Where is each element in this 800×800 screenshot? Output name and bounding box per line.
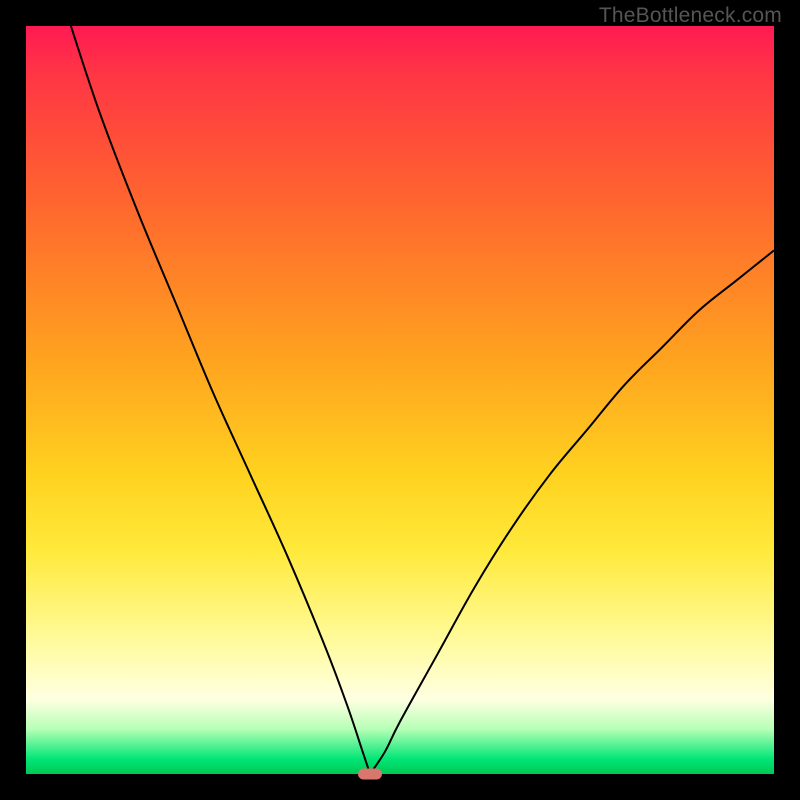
plot-area — [26, 26, 774, 774]
curve-left-branch — [71, 26, 370, 774]
bottleneck-curve — [26, 26, 774, 774]
watermark-text: TheBottleneck.com — [599, 4, 782, 28]
curve-right-branch — [370, 250, 774, 774]
chart-frame: TheBottleneck.com — [0, 0, 800, 800]
minimum-marker — [358, 769, 382, 780]
